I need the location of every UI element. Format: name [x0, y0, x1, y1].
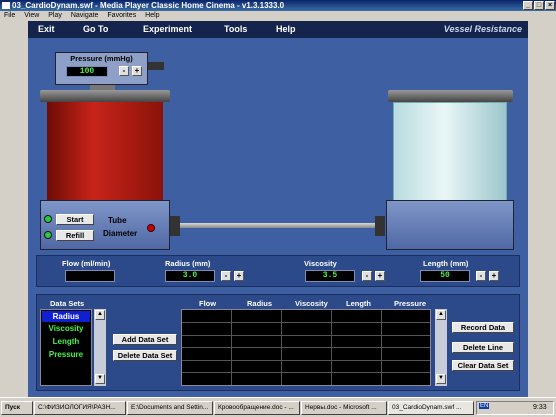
tube-label: Tube	[108, 216, 127, 225]
refill-button[interactable]: Refill	[56, 230, 94, 241]
taskbar-item-documents[interactable]: E:\Documents and Settin...	[127, 401, 213, 415]
radius-label: Radius (mm)	[165, 259, 211, 268]
minimize-button[interactable]: _	[523, 1, 533, 10]
clock: 9:33	[533, 404, 547, 411]
length-decrease-button[interactable]: -	[476, 271, 486, 281]
record-data-button[interactable]: Record Data	[452, 322, 514, 333]
radius-increase-button[interactable]: +	[234, 271, 244, 281]
column-radius: Radius	[247, 299, 273, 308]
table-scroll-up-button[interactable]: ▲	[436, 310, 446, 320]
menu-goto[interactable]: Go To	[83, 21, 108, 38]
flow-display	[65, 270, 115, 282]
taskbar-item-player[interactable]: 03_CardioDynam.swf ...	[388, 401, 474, 415]
start-button[interactable]: Start	[56, 214, 94, 225]
pressure-unit: Pressure (mmHg) 100 - +	[55, 52, 148, 85]
player-menubar: File View Play Navigate Favorites Help	[0, 11, 556, 21]
right-base	[386, 200, 514, 250]
left-tube-connector	[170, 216, 180, 236]
right-tube-connector	[375, 216, 385, 236]
delete-line-button[interactable]: Delete Line	[452, 342, 514, 353]
left-beaker-cap	[40, 90, 170, 102]
delete-data-set-button[interactable]: Delete Data Set	[113, 350, 177, 361]
taskbar-item-word-circulation[interactable]: Кровообращение.doc - ...	[214, 401, 300, 415]
refill-indicator-light	[44, 231, 52, 239]
data-table	[181, 309, 431, 386]
viscosity-decrease-button[interactable]: -	[362, 271, 372, 281]
menu-tools[interactable]: Tools	[224, 21, 247, 38]
window-titlebar: 03_CardioDynam.swf - Media Player Classi…	[0, 0, 556, 11]
menu-play[interactable]: Play	[48, 12, 62, 19]
pressure-increase-button[interactable]: +	[132, 66, 142, 76]
pressure-display: 100	[66, 66, 108, 77]
start-menu-button[interactable]: Пуск	[1, 401, 33, 415]
pressure-valve	[148, 62, 164, 70]
taskbar-item-label: 03_CardioDynam.swf ...	[392, 404, 462, 411]
datasets-scroll-down-button[interactable]: ▼	[95, 374, 105, 384]
add-data-set-button[interactable]: Add Data Set	[113, 334, 177, 345]
table-scrollbar[interactable]: ▲ ▼	[435, 309, 447, 386]
column-viscosity: Viscosity	[295, 299, 328, 308]
experiment-title: Vessel Resistance	[443, 24, 522, 34]
left-beaker-fluid	[47, 102, 163, 202]
column-flow: Flow	[199, 299, 217, 308]
menu-experiment[interactable]: Experiment	[143, 21, 192, 38]
right-beaker-cap	[388, 90, 513, 102]
column-pressure: Pressure	[394, 299, 427, 308]
dataset-item-length[interactable]: Length	[42, 337, 90, 346]
datasets-scrollbar[interactable]: ▲ ▼	[94, 309, 106, 386]
viscosity-display: 3.5	[305, 270, 355, 282]
diameter-label: Diameter	[103, 229, 138, 238]
menu-file[interactable]: File	[4, 12, 15, 19]
dataset-item-viscosity[interactable]: Viscosity	[42, 324, 90, 333]
taskbar-item-label: Нервы.doc - Microsoft ...	[305, 404, 377, 411]
start-indicator-light	[44, 215, 52, 223]
taskbar-item-word-nerves[interactable]: Нервы.doc - Microsoft ...	[301, 401, 387, 415]
flow-label: Flow (ml/min)	[62, 259, 111, 268]
length-increase-button[interactable]: +	[489, 271, 499, 281]
tube	[180, 223, 375, 228]
close-button[interactable]: ×	[545, 1, 555, 10]
tube-indicator-light	[147, 224, 155, 232]
datasets-title: Data Sets	[50, 299, 85, 308]
taskbar: Пуск C:\ФИЗИОЛОГИЯ\РАЗН... E:\Documents …	[0, 397, 556, 417]
menu-view[interactable]: View	[24, 12, 39, 19]
app-menubar: Exit Go To Experiment Tools Help Vessel …	[28, 21, 528, 38]
taskbar-item-folder[interactable]: C:\ФИЗИОЛОГИЯ\РАЗН...	[34, 401, 126, 415]
viscosity-label: Viscosity	[304, 259, 337, 268]
radius-decrease-button[interactable]: -	[221, 271, 231, 281]
menu-favorites[interactable]: Favorites	[107, 12, 136, 19]
menu-exit[interactable]: Exit	[38, 21, 55, 38]
datasets-scroll-up-button[interactable]: ▲	[95, 310, 105, 320]
pressure-label: Pressure (mmHg)	[70, 54, 133, 63]
clear-data-set-button[interactable]: Clear Data Set	[452, 360, 514, 371]
datasets-list[interactable]: Radius Viscosity Length Pressure	[40, 309, 92, 386]
start-label: Пуск	[5, 404, 20, 411]
dataset-item-radius[interactable]: Radius	[42, 311, 90, 322]
window-title: 03_CardioDynam.swf - Media Player Classi…	[12, 1, 285, 10]
viscosity-increase-button[interactable]: +	[375, 271, 385, 281]
menu-help-app[interactable]: Help	[276, 21, 296, 38]
length-display: 50	[420, 270, 470, 282]
app-icon	[2, 2, 10, 9]
taskbar-item-label: E:\Documents and Settin...	[131, 404, 209, 411]
language-indicator[interactable]: EN	[479, 403, 490, 409]
taskbar-item-label: Кровообращение.doc - ...	[218, 404, 294, 411]
right-beaker	[393, 102, 507, 202]
dataset-item-pressure[interactable]: Pressure	[42, 350, 90, 359]
menu-navigate[interactable]: Navigate	[71, 12, 99, 19]
table-scroll-down-button[interactable]: ▼	[436, 374, 446, 384]
radius-display: 3.0	[165, 270, 215, 282]
system-tray: EN 9:33	[476, 401, 554, 415]
column-length: Length	[346, 299, 371, 308]
length-label: Length (mm)	[423, 259, 469, 268]
taskbar-item-label: C:\ФИЗИОЛОГИЯ\РАЗН...	[38, 404, 116, 411]
menu-help[interactable]: Help	[145, 12, 159, 19]
maximize-button[interactable]: □	[534, 1, 544, 10]
pressure-decrease-button[interactable]: -	[119, 66, 129, 76]
